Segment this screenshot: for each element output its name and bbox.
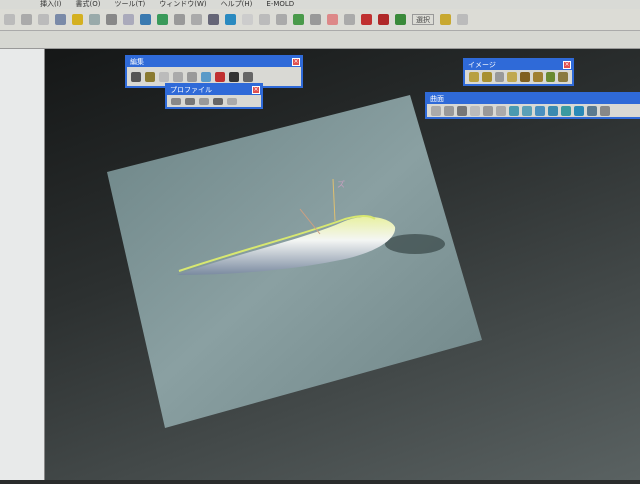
surface-mesh-icon[interactable] xyxy=(561,105,571,116)
forward-icon[interactable] xyxy=(21,14,32,25)
surface-cube-icon[interactable] xyxy=(548,105,558,116)
surface-box-icon[interactable] xyxy=(496,105,506,116)
back-chevron-icon[interactable] xyxy=(213,97,223,105)
green-doc-icon[interactable] xyxy=(395,14,406,25)
zoom-icon[interactable] xyxy=(89,14,100,25)
render-icon[interactable] xyxy=(157,14,168,25)
image-edit-icon[interactable] xyxy=(481,72,492,82)
help-icon[interactable] xyxy=(208,14,219,25)
menu-tools[interactable]: ツール(T) xyxy=(115,0,146,9)
menu-format[interactable]: 書式(O) xyxy=(76,0,101,9)
stripes2-icon[interactable] xyxy=(243,71,253,82)
surface-page-icon[interactable] xyxy=(470,105,480,116)
sketch-icon[interactable] xyxy=(174,14,185,25)
extend-icon[interactable] xyxy=(159,71,169,82)
image-map-icon[interactable] xyxy=(532,72,543,82)
trim-icon[interactable] xyxy=(131,71,141,82)
model-shadow xyxy=(385,234,445,254)
view-cube-icon[interactable] xyxy=(140,14,151,25)
surface-revolve-icon[interactable] xyxy=(483,105,493,116)
menu-emold[interactable]: E-MOLD xyxy=(266,0,294,9)
surface-sphere-icon[interactable] xyxy=(574,105,584,116)
profile-palette: プロファイル × xyxy=(165,83,263,109)
surface-sweep-icon[interactable] xyxy=(457,105,467,116)
image-load-icon[interactable] xyxy=(469,72,479,82)
stripes-icon[interactable] xyxy=(229,71,239,82)
image-pin-icon[interactable] xyxy=(494,72,505,82)
surface-patch-icon[interactable] xyxy=(587,105,597,116)
pointer-icon[interactable] xyxy=(259,14,270,25)
surface-net-icon[interactable] xyxy=(600,105,610,116)
measure-icon[interactable] xyxy=(191,14,202,25)
image-export-icon[interactable] xyxy=(558,72,568,82)
dimension-icon[interactable] xyxy=(171,97,181,105)
pattern-icon[interactable] xyxy=(187,71,197,82)
image-icon[interactable] xyxy=(440,14,451,25)
image-tree-icon[interactable] xyxy=(520,72,530,82)
offset-icon[interactable] xyxy=(173,71,183,82)
menu-window[interactable]: ウィンドウ(W) xyxy=(159,0,206,9)
green-tool-icon[interactable] xyxy=(293,14,304,25)
image-green-icon[interactable] xyxy=(545,72,556,82)
copy-icon[interactable] xyxy=(201,71,211,82)
multi-dimension-icon[interactable] xyxy=(185,97,195,105)
axis-label: ズ xyxy=(337,179,345,189)
close-icon[interactable]: × xyxy=(563,61,571,69)
display-icon[interactable] xyxy=(225,14,236,25)
surface-loft-icon[interactable] xyxy=(444,105,454,116)
surface-palette: 曲面 xyxy=(425,92,640,119)
menu-insert[interactable]: 挿入(I) xyxy=(40,0,62,9)
back-icon[interactable] xyxy=(4,14,15,25)
main-toolbar: 選択 xyxy=(0,9,640,31)
forward-chevron-icon[interactable] xyxy=(227,97,237,105)
feature-tree-panel[interactable] xyxy=(0,49,45,480)
pan-icon[interactable] xyxy=(106,14,117,25)
select-dropdown[interactable]: 選択 xyxy=(412,14,434,25)
profile-palette-title: プロファイル × xyxy=(167,85,261,95)
red-cube-icon[interactable] xyxy=(378,14,389,25)
image-palette: イメージ × xyxy=(463,58,574,86)
menu-help[interactable]: ヘルプ(H) xyxy=(221,0,253,9)
zoom-window-icon[interactable] xyxy=(123,14,134,25)
profile-link-icon[interactable] xyxy=(199,97,209,105)
cursor-icon[interactable] xyxy=(276,14,287,25)
menu-bar: 挿入(I) 書式(O) ツール(T) ウィンドウ(W) ヘルプ(H) E-MOL… xyxy=(0,0,640,9)
funnel-icon[interactable] xyxy=(310,14,321,25)
surface-plane-icon[interactable] xyxy=(535,105,545,116)
edit-palette-title: 編集 × xyxy=(127,57,301,67)
paint-icon[interactable] xyxy=(215,71,225,82)
surface-curve-icon[interactable] xyxy=(522,105,532,116)
next-icon[interactable] xyxy=(38,14,49,25)
folder-icon[interactable] xyxy=(72,14,83,25)
split-icon[interactable] xyxy=(145,71,155,82)
image-page-icon[interactable] xyxy=(507,72,517,82)
secondary-toolbar xyxy=(0,31,640,49)
select-arrow-icon[interactable] xyxy=(242,14,253,25)
red-shape-icon[interactable] xyxy=(361,14,372,25)
line-tool-icon[interactable] xyxy=(344,14,355,25)
surface-polygon-icon[interactable] xyxy=(431,105,441,116)
close-icon[interactable]: × xyxy=(252,86,260,94)
cylinder-icon[interactable] xyxy=(55,14,66,25)
surface-blend-icon[interactable] xyxy=(509,105,519,116)
page-icon[interactable] xyxy=(457,14,468,25)
image-palette-title: イメージ × xyxy=(465,60,572,70)
close-icon[interactable]: × xyxy=(292,58,300,66)
surface-palette-title: 曲面 xyxy=(427,94,640,104)
point-icon[interactable] xyxy=(327,14,338,25)
